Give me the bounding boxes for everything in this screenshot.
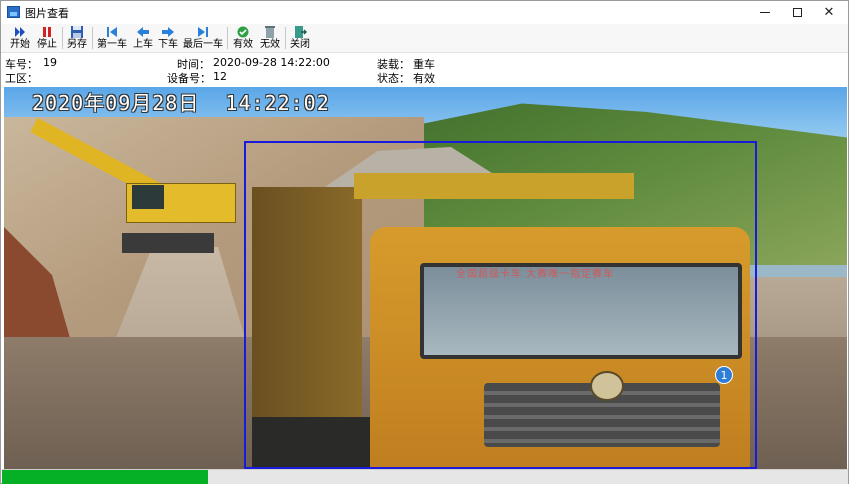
check-circle-icon (237, 26, 249, 38)
first-record-icon (107, 27, 117, 37)
minimize-button[interactable] (749, 1, 781, 24)
toolbar-separator (285, 27, 286, 49)
title-bar[interactable]: 图片查看 ✕ (1, 1, 848, 24)
previous-vehicle-button[interactable]: 上车 (131, 25, 155, 52)
vehicle-no-value: 19 (43, 56, 57, 69)
mark-valid-label: 有效 (233, 39, 253, 50)
last-record-icon (198, 27, 208, 37)
next-vehicle-button[interactable]: 下车 (156, 25, 180, 52)
minimize-icon (760, 12, 770, 13)
toolbar: 开始 停止 另存 第一车 上车 下车 最后一车 有效 无效 关闭 (1, 24, 848, 53)
start-label: 开始 (10, 39, 30, 50)
maximize-button[interactable] (781, 1, 813, 24)
detection-id-badge: 1 (715, 366, 733, 384)
stop-icon (43, 27, 51, 37)
start-button[interactable]: 开始 (7, 25, 33, 52)
trash-icon (265, 26, 275, 38)
mark-valid-button[interactable]: 有效 (230, 25, 256, 52)
image-viewer-window: 图片查看 ✕ 开始 停止 另存 第一车 上车 下车 最后一车 有效 无效 关闭 … (0, 0, 849, 484)
record-info-panel: 车号： 19 时间： 2020-09-28 14:22:00 装载： 重车 工区… (1, 54, 848, 86)
next-arrow-icon (162, 27, 174, 37)
play-forward-icon (15, 27, 25, 37)
first-vehicle-label: 第一车 (97, 39, 127, 50)
device-no-label: 设备号： (167, 72, 211, 85)
playback-progress-bar (2, 469, 848, 484)
exit-door-icon (295, 26, 307, 38)
device-no-value: 12 (213, 70, 227, 83)
photo-timestamp-overlay: 2020年09月28日 14:22:02 (32, 91, 330, 115)
last-vehicle-button[interactable]: 最后一车 (182, 25, 224, 52)
previous-vehicle-label: 上车 (133, 39, 153, 50)
last-vehicle-label: 最后一车 (183, 39, 223, 50)
mark-invalid-button[interactable]: 无效 (257, 25, 283, 52)
toolbar-separator (62, 27, 63, 49)
save-as-button[interactable]: 另存 (64, 25, 90, 52)
excavator-track (122, 233, 214, 253)
save-as-label: 另存 (67, 39, 87, 50)
close-window-button[interactable]: ✕ (813, 1, 845, 24)
save-disk-icon (71, 26, 83, 38)
window-title: 图片查看 (25, 7, 69, 20)
vehicle-detection-box (244, 141, 757, 469)
status-label: 状态： (377, 72, 410, 85)
toolbar-separator (227, 27, 228, 49)
captured-photo: 全国超级卡车 大赛唯一指定赛车 2020年09月28日 14:22:02 1 (4, 87, 847, 469)
time-value: 2020-09-28 14:22:00 (213, 56, 330, 69)
previous-arrow-icon (137, 27, 149, 37)
stop-label: 停止 (37, 39, 57, 50)
status-value: 有效 (413, 72, 435, 85)
stop-button[interactable]: 停止 (34, 25, 60, 52)
maximize-icon (792, 8, 802, 17)
mark-invalid-label: 无效 (260, 39, 280, 50)
next-vehicle-label: 下车 (158, 39, 178, 50)
close-icon: ✕ (823, 5, 835, 20)
toolbar-separator (92, 27, 93, 49)
close-button[interactable]: 关闭 (287, 25, 313, 52)
close-label: 关闭 (290, 39, 310, 50)
first-vehicle-button[interactable]: 第一车 (95, 25, 129, 52)
work-area-label: 工区： (5, 72, 38, 85)
progress-fill (2, 470, 208, 484)
app-image-icon (7, 6, 20, 18)
excavator-cab (132, 185, 164, 209)
